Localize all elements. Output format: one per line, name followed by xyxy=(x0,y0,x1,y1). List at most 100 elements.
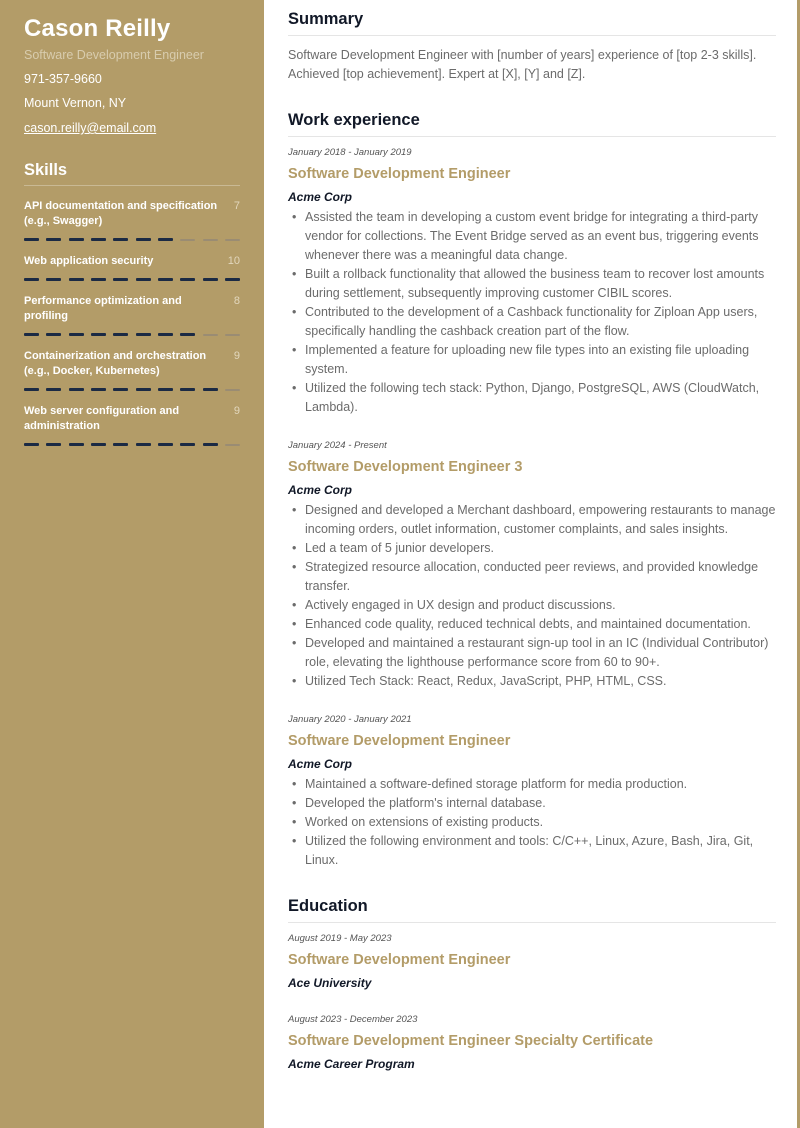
sidebar: Cason Reilly Software Development Engine… xyxy=(0,0,264,1128)
bullet-item: Actively engaged in UX design and produc… xyxy=(288,596,776,615)
skill-name: Containerization and orchestration (e.g.… xyxy=(24,350,207,377)
job-entry: January 2024 - Present Software Developm… xyxy=(288,439,776,691)
rating-segment-empty xyxy=(224,443,240,446)
bullet-item: Contributed to the development of a Cash… xyxy=(288,303,776,341)
rating-segment-filled xyxy=(135,278,151,281)
job-title: Software Development Engineer 3 xyxy=(288,459,523,475)
bullet-item: Utilized Tech Stack: React, Redux, JavaS… xyxy=(288,672,776,691)
rating-segment-filled xyxy=(68,443,84,446)
bullet-item: Strategized resource allocation, conduct… xyxy=(288,558,776,596)
skill-item: Performance optimization and profiling 8 xyxy=(24,294,240,336)
rating-segment-filled xyxy=(202,278,218,281)
company-name: Acme Corp xyxy=(288,190,353,204)
skill-rating: 9 xyxy=(233,350,240,362)
rating-segment-filled xyxy=(24,333,39,336)
rating-segment-filled xyxy=(157,238,173,241)
skill-rating-bar xyxy=(24,333,240,336)
skill-item: Web application security 10 xyxy=(24,254,240,281)
degree-title: Software Development Engineer Specialty … xyxy=(288,1033,654,1049)
rating-segment-filled xyxy=(135,238,151,241)
education-dates: August 2019 - May 2023 xyxy=(288,933,392,944)
rating-segment-filled xyxy=(135,333,151,336)
skill-rating-bar xyxy=(24,388,240,391)
job-title: Software Development Engineer xyxy=(288,733,511,749)
job-title: Software Development Engineer xyxy=(288,166,511,182)
rating-segment-filled xyxy=(24,443,39,446)
rating-segment-filled xyxy=(180,443,196,446)
rating-segment-filled xyxy=(90,278,106,281)
summary-section: Summary Software Development Engineer wi… xyxy=(288,8,776,84)
rating-segment-filled xyxy=(113,333,129,336)
company-name: Acme Corp xyxy=(288,483,353,497)
skill-name: Web application security xyxy=(24,255,154,267)
company-name: Acme Corp xyxy=(288,757,353,771)
skills-list: API documentation and specification (e.g… xyxy=(24,199,240,446)
rating-segment-filled xyxy=(46,388,62,391)
candidate-name: Cason Reilly xyxy=(24,15,171,42)
bullet-item: Utilized the following tech stack: Pytho… xyxy=(288,379,776,417)
bullet-item: Developed and maintained a restaurant si… xyxy=(288,634,776,672)
job-dates: January 2018 - January 2019 xyxy=(288,147,412,158)
rating-segment-filled xyxy=(135,388,151,391)
bullet-item: Assisted the team in developing a custom… xyxy=(288,208,776,265)
rating-segment-filled xyxy=(24,388,39,391)
skill-rating: 8 xyxy=(233,295,240,307)
bullet-item: Built a rollback functionality that allo… xyxy=(288,265,776,303)
skill-item: Web server configuration and administrat… xyxy=(24,404,240,446)
skill-item: API documentation and specification (e.g… xyxy=(24,199,240,241)
rating-segment-filled xyxy=(180,388,196,391)
job-bullets: Designed and developed a Merchant dashbo… xyxy=(288,501,776,691)
rating-segment-filled xyxy=(46,443,62,446)
bullet-item: Worked on extensions of existing product… xyxy=(288,813,776,832)
bullet-item: Maintained a software-defined storage pl… xyxy=(288,775,776,794)
bullet-item: Developed the platform's internal databa… xyxy=(288,794,776,813)
rating-segment-filled xyxy=(157,388,173,391)
rating-segment-filled xyxy=(24,278,39,281)
bullet-item: Implemented a feature for uploading new … xyxy=(288,341,776,379)
rating-segment-filled xyxy=(157,443,173,446)
degree-title: Software Development Engineer xyxy=(288,952,511,968)
rating-segment-filled xyxy=(202,388,218,391)
job-dates: January 2020 - January 2021 xyxy=(288,714,412,725)
rating-segment-filled xyxy=(68,278,84,281)
skill-rating: 7 xyxy=(233,200,240,212)
rating-segment-empty xyxy=(224,238,240,241)
skill-name: API documentation and specification (e.g… xyxy=(24,200,218,227)
rating-segment-filled xyxy=(113,388,129,391)
institution-name: Ace University xyxy=(288,976,372,990)
rating-segment-filled xyxy=(46,333,62,336)
education-entry: August 2023 - December 2023 Software Dev… xyxy=(288,1013,776,1072)
rating-segment-filled xyxy=(46,278,62,281)
work-experience-heading: Work experience xyxy=(288,109,776,137)
skills-heading: Skills xyxy=(24,161,240,186)
rating-segment-filled xyxy=(68,333,84,336)
summary-heading: Summary xyxy=(288,8,776,36)
location: Mount Vernon, NY xyxy=(24,96,127,110)
bullet-item: Designed and developed a Merchant dashbo… xyxy=(288,501,776,539)
summary-text: Software Development Engineer with [numb… xyxy=(288,48,757,81)
education-section: Education August 2019 - May 2023 Softwar… xyxy=(288,895,776,1072)
rating-segment-filled xyxy=(180,333,196,336)
job-bullets: Assisted the team in developing a custom… xyxy=(288,208,776,417)
rating-segment-filled xyxy=(90,443,106,446)
bullet-item: Utilized the following environment and t… xyxy=(288,832,776,870)
job-entry: January 2020 - January 2021 Software Dev… xyxy=(288,713,776,870)
rating-segment-filled xyxy=(113,443,129,446)
skill-rating: 9 xyxy=(233,405,240,417)
job-bullets: Maintained a software-defined storage pl… xyxy=(288,775,776,870)
rating-segment-filled xyxy=(90,333,106,336)
email-link[interactable]: cason.reilly@email.com xyxy=(24,119,240,137)
candidate-role: Software Development Engineer xyxy=(24,48,204,62)
main-content: Summary Software Development Engineer wi… xyxy=(288,8,776,1072)
rating-segment-empty xyxy=(202,333,218,336)
rating-segment-filled xyxy=(157,333,173,336)
institution-name: Acme Career Program xyxy=(288,1057,415,1071)
rating-segment-filled xyxy=(68,238,84,241)
rating-segment-filled xyxy=(24,238,39,241)
work-experience-section: Work experience January 2018 - January 2… xyxy=(288,109,776,870)
rating-segment-filled xyxy=(46,238,62,241)
education-heading: Education xyxy=(288,895,776,923)
rating-segment-filled xyxy=(202,443,218,446)
skill-rating-bar xyxy=(24,278,240,281)
rating-segment-empty xyxy=(224,388,240,391)
